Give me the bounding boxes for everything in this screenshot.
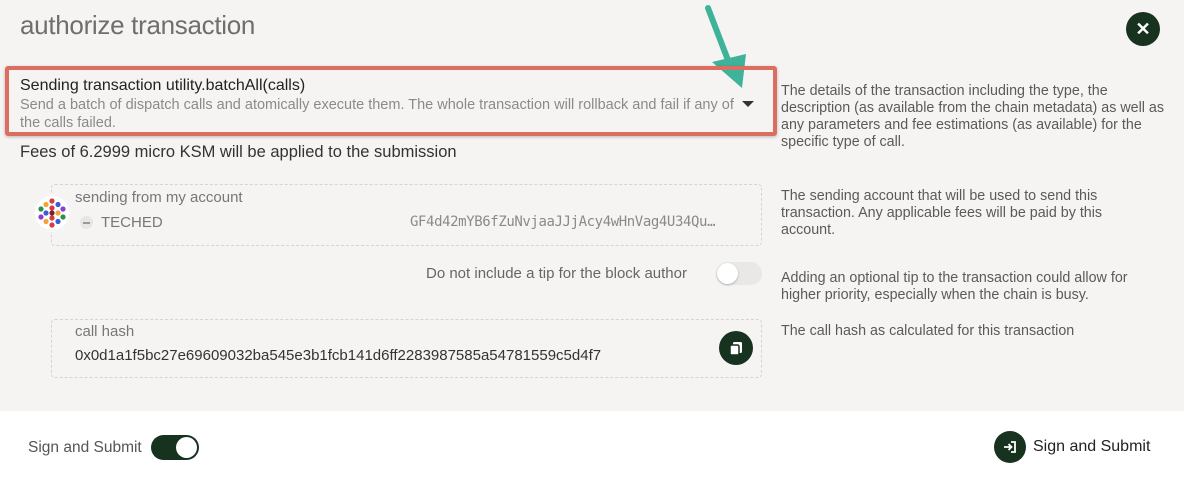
sign-submit-toggle-knob xyxy=(176,437,197,458)
account-label: sending from my account xyxy=(75,189,243,206)
close-icon: ✕ xyxy=(1135,19,1151,39)
call-hash-value: 0x0d1a1f5bc27e69609032ba545e3b1fcb141d6f… xyxy=(75,347,602,364)
account-identicon xyxy=(33,194,71,232)
chevron-down-icon[interactable] xyxy=(742,101,754,107)
call-hash-label: call hash xyxy=(75,323,135,340)
tip-toggle-label: Do not include a tip for the block autho… xyxy=(426,265,687,282)
tip-toggle-knob xyxy=(717,263,738,284)
tip-toggle[interactable] xyxy=(716,262,762,285)
sign-in-icon xyxy=(994,431,1026,463)
account-status-icon xyxy=(80,216,93,229)
account-help-text: The sending account that will be used to… xyxy=(781,188,1103,238)
copy-icon xyxy=(729,342,742,356)
account-address: GF4d42mYB6fZuNvjaaJJjAcy4wHnVag4U34Qu… xyxy=(410,214,716,230)
sign-and-submit-label: Sign and Submit xyxy=(1033,438,1151,455)
modal-title: authorize transaction xyxy=(20,10,256,40)
call-hash-help-text: The call hash as calculated for this tra… xyxy=(781,323,1075,339)
close-button[interactable]: ✕ xyxy=(1126,12,1160,46)
copy-hash-button[interactable] xyxy=(719,331,753,365)
transaction-help-text: The details of the transaction including… xyxy=(781,83,1165,150)
sign-and-submit-button[interactable]: Sign and Submit xyxy=(994,431,1150,463)
sign-submit-toggle[interactable] xyxy=(151,435,199,460)
account-name-label: TECHED xyxy=(101,214,163,231)
tip-help-text: Adding an optional tip to the transactio… xyxy=(781,270,1128,303)
account-name: TECHED xyxy=(80,214,163,231)
transaction-title: Sending transaction utility.batchAll(cal… xyxy=(20,77,306,94)
transaction-description: Send a batch of dispatch calls and atomi… xyxy=(20,97,734,131)
fees-text: Fees of 6.2999 micro KSM will be applied… xyxy=(20,143,457,161)
sign-submit-toggle-label: Sign and Submit xyxy=(28,439,142,456)
